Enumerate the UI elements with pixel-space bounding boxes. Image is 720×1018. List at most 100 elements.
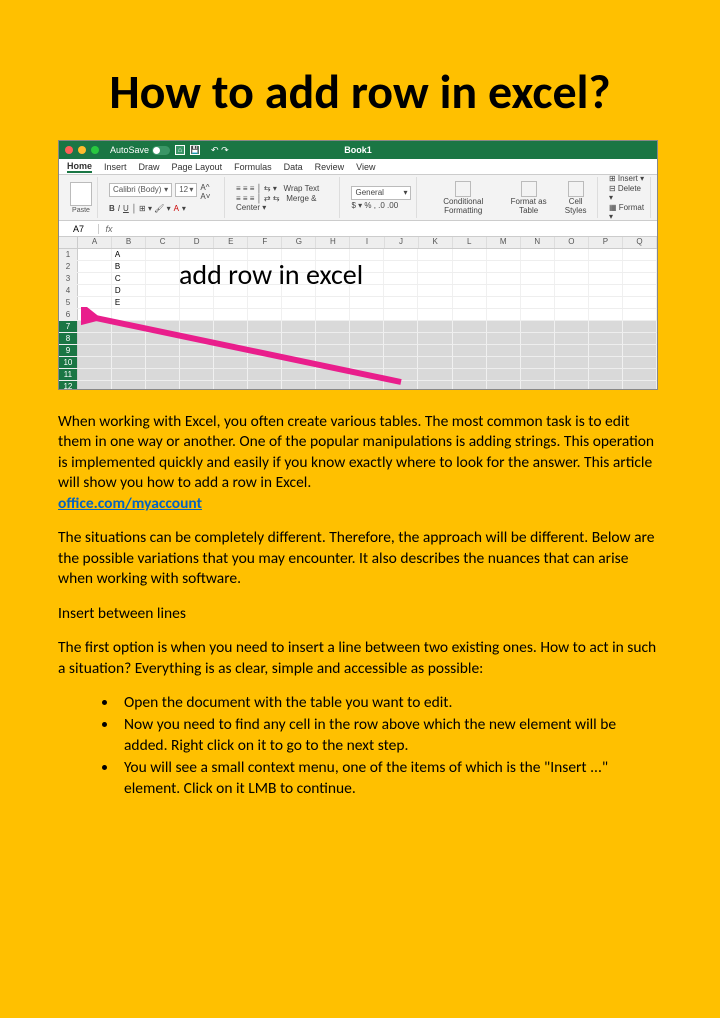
column-header: J [385, 237, 419, 248]
cell [521, 333, 555, 344]
cell [418, 273, 452, 284]
cell [623, 381, 657, 390]
cell [589, 309, 623, 320]
cell [487, 333, 521, 344]
ribbon-styles: Conditional Formatting Format as Table C… [423, 177, 597, 218]
cell [555, 297, 589, 308]
cell [521, 297, 555, 308]
cell [623, 285, 657, 296]
cell [623, 273, 657, 284]
cell [453, 249, 487, 260]
cell [487, 297, 521, 308]
cell [521, 261, 555, 272]
spreadsheet-grid: add row in excel ms-office.us.com 1A2B3C… [59, 249, 657, 390]
tab-view: View [356, 162, 375, 172]
cell [146, 261, 180, 272]
tab-pagelayout: Page Layout [172, 162, 223, 172]
cell [418, 381, 452, 390]
save-icon: 💾 [190, 145, 200, 155]
column-header: I [350, 237, 384, 248]
cell [487, 285, 521, 296]
situations-paragraph: The situations can be completely differe… [58, 528, 662, 589]
autosave-label: AutoSave [110, 145, 149, 155]
row-number: 7 [59, 321, 78, 332]
cell [487, 321, 521, 332]
cell [521, 369, 555, 380]
section-heading: Insert between lines [58, 604, 662, 624]
cell [521, 321, 555, 332]
size-select: 12▾ [175, 183, 197, 197]
cell [555, 381, 589, 390]
column-header: G [282, 237, 316, 248]
cell [589, 261, 623, 272]
close-icon [65, 146, 73, 154]
cell [555, 273, 589, 284]
cell [453, 297, 487, 308]
row-number: 4 [59, 285, 78, 296]
maximize-icon [91, 146, 99, 154]
account-link[interactable]: office.com/myaccount [58, 494, 202, 513]
format-table-icon [521, 181, 537, 197]
fx-icon: fx [99, 224, 119, 234]
paste-icon [70, 182, 92, 206]
cell [623, 309, 657, 320]
font-increase-icon: A^ A˅ [200, 183, 219, 201]
row-number: 1 [59, 249, 78, 260]
row-number: 6 [59, 309, 78, 320]
font-select: Calibri (Body)▾ [109, 183, 172, 197]
autosave-toggle: AutoSave [110, 145, 170, 155]
tab-formulas: Formulas [234, 162, 272, 172]
instructions-lead: The first option is when you need to ins… [58, 638, 662, 679]
menu-bar: Home Insert Draw Page Layout Formulas Da… [59, 159, 657, 175]
column-header: P [589, 237, 623, 248]
cell [623, 249, 657, 260]
cell [487, 273, 521, 284]
cell [418, 261, 452, 272]
cell [453, 261, 487, 272]
excel-screenshot: AutoSave ⌂ 💾 ↶ ↷ Book1 Home Insert Draw … [58, 140, 658, 390]
cell [418, 249, 452, 260]
tab-home: Home [67, 161, 92, 173]
name-box: A7 [59, 224, 99, 234]
list-item: Now you need to find any cell in the row… [118, 715, 662, 756]
column-header: K [419, 237, 453, 248]
row-number: 8 [59, 333, 78, 344]
cell [453, 357, 487, 368]
overlay-text: add row in excel [179, 257, 363, 292]
cell [453, 321, 487, 332]
cell [487, 369, 521, 380]
cell [453, 345, 487, 356]
cell: B [112, 261, 146, 272]
row-number: 10 [59, 357, 78, 368]
tab-insert: Insert [104, 162, 127, 172]
cell [418, 345, 452, 356]
row-number: 9 [59, 345, 78, 356]
cell [555, 369, 589, 380]
cell [623, 345, 657, 356]
cell: A [112, 249, 146, 260]
home-icon: ⌂ [175, 145, 185, 155]
cell [623, 369, 657, 380]
cell [453, 333, 487, 344]
cell [555, 261, 589, 272]
column-header: L [453, 237, 487, 248]
cell [589, 369, 623, 380]
toggle-off-icon [152, 146, 170, 155]
cell [418, 297, 452, 308]
row-number: 12 [59, 381, 78, 390]
cell [521, 285, 555, 296]
cell [453, 273, 487, 284]
cell [487, 345, 521, 356]
column-header: N [521, 237, 555, 248]
cell [589, 285, 623, 296]
cell [589, 297, 623, 308]
conditional-formatting-icon [455, 181, 471, 197]
undo-icon: ↶ ↷ [211, 145, 229, 156]
cell [555, 309, 589, 320]
cell [589, 357, 623, 368]
list-item: You will see a small context menu, one o… [118, 758, 662, 799]
minimize-icon [78, 146, 86, 154]
cell [555, 249, 589, 260]
arrow-icon [81, 307, 411, 387]
tab-draw: Draw [139, 162, 160, 172]
